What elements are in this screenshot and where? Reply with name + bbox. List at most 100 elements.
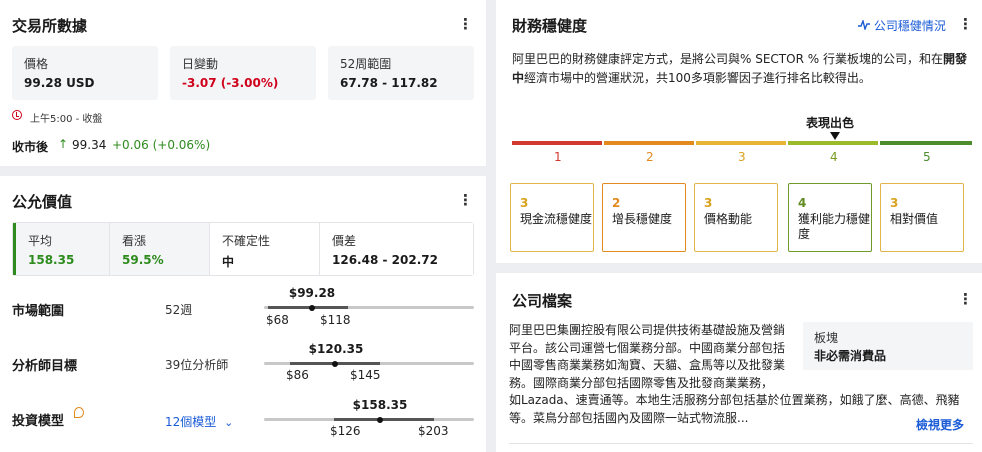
after-hours-change: +0.06 (+0.06%) (112, 138, 211, 152)
profile-bottom-divider (509, 443, 973, 444)
fv-average-value: 158.35 (28, 253, 75, 267)
financial-health-menu-icon[interactable]: ⋮ (958, 15, 973, 33)
scale-segment-5 (880, 141, 972, 145)
company-health-link-label: 公司穩健情況 (873, 19, 946, 33)
company-health-link[interactable]: 公司穩健情況 (858, 17, 946, 34)
analyst-target-low: $86 (286, 368, 309, 382)
market-range-marker (309, 305, 315, 311)
rating-marker-icon (830, 132, 840, 140)
chevron-down-icon: ⌄ (224, 416, 234, 429)
price-label: 價格 (24, 57, 49, 71)
fv-uncertainty-label: 不確定性 (222, 234, 271, 248)
sector-box: 板塊 非必需消費品 (803, 322, 973, 370)
fv-uncertainty-value: 中 (222, 255, 235, 269)
factor-price-momentum-score: 3 (704, 196, 713, 210)
investment-model-marker (377, 417, 383, 423)
scale-label-1: 1 (554, 150, 562, 164)
market-range-high: $118 (320, 313, 351, 327)
rating-marker-label: 表現出色 (806, 116, 855, 130)
week52-range-label: 52周範圍 (340, 57, 392, 71)
price-value: 99.28 USD (24, 76, 95, 90)
week52-range-box: 52周範圍 67.78 - 117.82 (328, 46, 474, 100)
scale-segment-3 (696, 141, 786, 145)
scale-segment-1 (512, 141, 602, 145)
clock-icon (12, 110, 22, 120)
scale-label-4: 4 (830, 150, 838, 164)
factor-relative-value[interactable]: 3 相對價值 (880, 183, 964, 252)
view-more-link[interactable]: 檢視更多 (916, 416, 964, 433)
investment-model-high: $203 (418, 424, 449, 438)
scale-label-5: 5 (923, 150, 931, 164)
market-range-label: 市場範圍 (12, 304, 65, 319)
factor-profitability-score: 4 (798, 196, 807, 210)
factor-cash-flow-score: 3 (520, 196, 529, 210)
info-icon[interactable] (74, 407, 84, 418)
fv-spread-value: 126.48 - 202.72 (332, 253, 438, 267)
analyst-target-high: $145 (350, 368, 381, 382)
models-dropdown-label: 12個模型 (165, 415, 217, 429)
health-description-2: 經濟市場中的營運狀況，共100多項影響因子進行排名比較得出。 (524, 71, 871, 85)
scale-segment-2 (604, 141, 694, 145)
week52-range-value: 67.78 - 117.82 (340, 76, 438, 90)
scale-label-3: 3 (738, 150, 746, 164)
investment-model-fill (334, 418, 434, 421)
price-box: 價格 99.28 USD (12, 46, 158, 100)
market-range-low: $68 (266, 313, 289, 327)
factor-growth-name: 增長穩健度 (612, 212, 673, 226)
daily-change-label: 日變動 (182, 57, 219, 71)
daily-change-box: 日變動 -3.07 (-3.00%) (170, 46, 316, 100)
factor-relative-value-name: 相對價值 (890, 212, 939, 226)
financial-health-title: 財務穩健度 (512, 17, 588, 35)
scale-label-2: 2 (646, 150, 654, 164)
factor-profitability[interactable]: 4 獲利能力穩健度 (788, 183, 872, 252)
fv-upside-label: 看漲 (122, 234, 147, 248)
fv-box-upside: 看漲 59.5% (109, 223, 209, 275)
market-range-sub: 52週 (165, 303, 193, 317)
after-hours-label: 收市後 (12, 140, 49, 154)
market-time: 上午5:00 - 收盤 (30, 114, 103, 125)
factor-relative-value-score: 3 (890, 196, 899, 210)
company-profile-menu-icon[interactable]: ⋮ (958, 290, 973, 308)
analyst-target-marker (332, 361, 338, 367)
fv-box-uncertainty: 不確定性 中 (209, 223, 319, 275)
fair-value-title: 公允價值 (12, 193, 73, 211)
factor-cash-flow[interactable]: 3 現金流穩健度 (510, 183, 594, 252)
fair-value-card: 公允價值 ⋮ 平均 158.35 看漲 59.5% 不確定性 中 價差 126.… (0, 176, 486, 452)
market-range-fill (268, 306, 348, 309)
exchange-data-card: 交易所數據 ⋮ 價格 99.28 USD 日變動 -3.07 (-3.00%) … (0, 0, 486, 166)
exchange-menu-icon[interactable]: ⋮ (458, 15, 473, 33)
factor-growth-score: 2 (612, 196, 621, 210)
health-description: 阿里巴巴的財務健康評定方式，是將公司與% SECTOR % 行業板塊的公司，和在… (512, 50, 972, 88)
fv-average-label: 平均 (28, 234, 53, 248)
investment-model-low: $126 (330, 424, 361, 438)
analyst-target-sub: 39位分析師 (165, 358, 229, 372)
health-description-1: 阿里巴巴的財務健康評定方式，是將公司與% SECTOR % 行業板塊的公司，和在 (512, 52, 943, 66)
analyst-target-label: 分析師目標 (12, 359, 78, 374)
company-profile-title: 公司檔案 (512, 292, 573, 310)
factor-profitability-name: 獲利能力穩健度 (798, 212, 871, 241)
factor-price-momentum-name: 價格動能 (704, 212, 753, 226)
fair-value-menu-icon[interactable]: ⋮ (458, 191, 473, 209)
investment-model-current: $158.35 (352, 398, 408, 412)
fv-spread-label: 價差 (332, 234, 357, 248)
up-arrow-icon: ↑ (58, 137, 69, 151)
scale-segment-4 (788, 141, 878, 145)
factor-cash-flow-name: 現金流穩健度 (520, 212, 593, 226)
profile-description-2: 如Lazada、速賣通等。本地生活服務分部包括基於位置業務，如餓了麼、高德、飛豬… (509, 393, 960, 425)
pulse-icon (858, 18, 870, 33)
fv-upside-value: 59.5% (122, 253, 164, 267)
factor-price-momentum[interactable]: 3 價格動能 (694, 183, 778, 252)
after-hours-price: 99.34 (72, 138, 107, 152)
fv-box-spread: 價差 126.48 - 202.72 (319, 223, 473, 275)
analyst-target-current: $120.35 (308, 342, 364, 356)
financial-health-card: 財務穩健度 公司穩健情況 ⋮ 阿里巴巴的財務健康評定方式，是將公司與% SECT… (496, 0, 982, 263)
fv-box-average: 平均 158.35 (13, 223, 109, 275)
models-dropdown[interactable]: 12個模型 ⌄ (165, 413, 233, 430)
profile-description-1: 阿里巴巴集團控股有限公司提供技術基礎設施及營銷平台。該公司運營七個業務分部。中國… (509, 323, 786, 390)
sector-label: 板塊 (814, 331, 839, 345)
exchange-data-title: 交易所數據 (12, 17, 88, 35)
factor-growth[interactable]: 2 增長穩健度 (602, 183, 686, 252)
investment-model-label: 投資模型 (12, 414, 65, 429)
sector-value: 非必需消費品 (814, 349, 887, 363)
market-range-current: $99.28 (288, 286, 336, 300)
